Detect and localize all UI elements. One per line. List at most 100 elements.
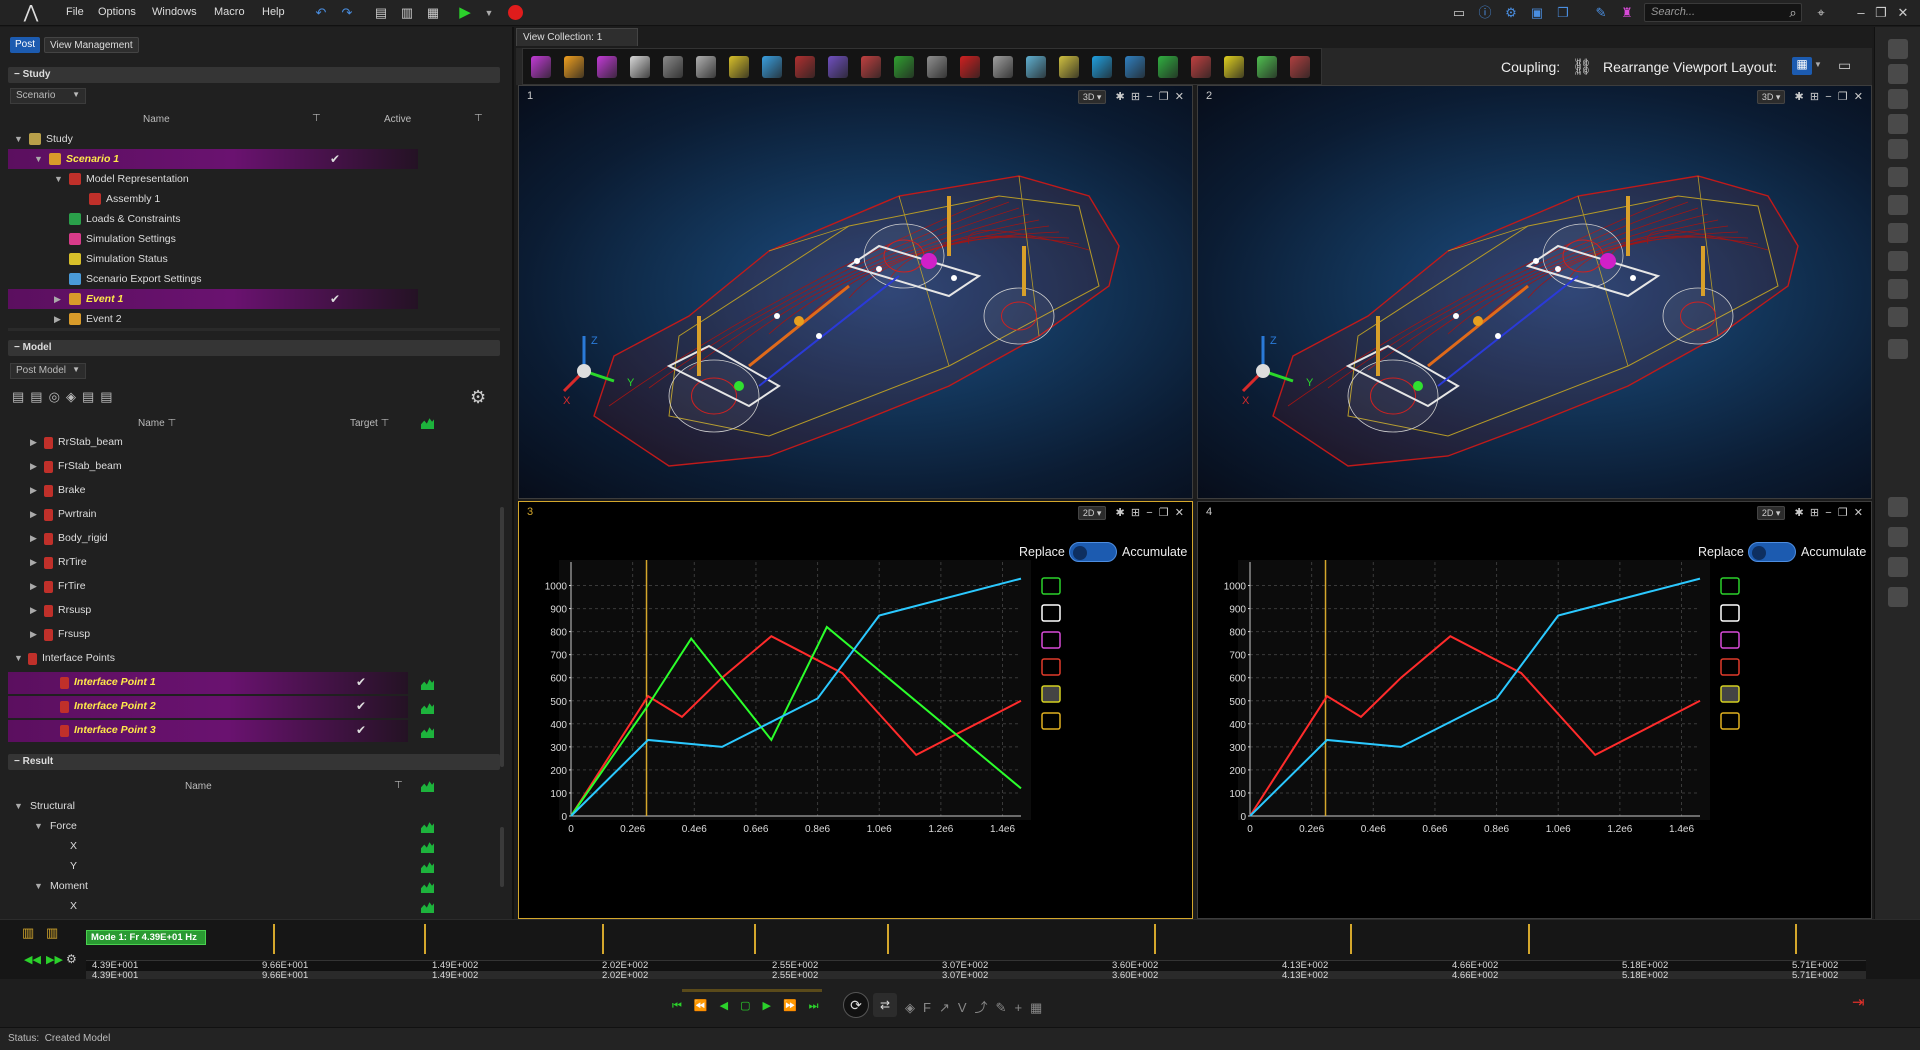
menu-options[interactable]: Options [98,6,136,18]
timeline-marker[interactable] [1794,924,1797,954]
toolbar-tool-icon[interactable] [696,56,716,78]
legend-list-icon[interactable] [1041,604,1061,622]
info-icon[interactable]: ⓘ [1476,4,1494,22]
timeline-marker[interactable] [1527,924,1530,954]
tree-arrow-icon[interactable]: ▶ [30,504,37,524]
tree-arrow-icon[interactable]: ▶ [30,576,37,596]
bounce-icon[interactable]: ⇄ [873,993,897,1017]
model-scrollbar[interactable] [500,507,504,767]
legend-list-icon[interactable] [1720,604,1740,622]
model-tree-row[interactable]: Interface Point 2 ✔ [8,696,434,718]
viewport-3[interactable]: 3 2D ▾ ✱ ⊞ − ❐ ✕ Replace Accumulate 0 100… [518,501,1193,919]
check-icon[interactable]: ✔ [356,672,366,692]
plot-scale-icon[interactable] [1041,658,1061,676]
result-tree-row[interactable]: ▼ Force [8,816,448,836]
viewport-2[interactable]: 2 3D ▾ ✱ ⊞ − ❐ ✕ ZYX [1197,85,1872,499]
result-tree-row[interactable]: ▼ Structural [8,796,448,816]
study-tree-row[interactable]: Scenario Export Settings [8,269,418,289]
model-tree-row[interactable]: ▶ Brake [8,480,408,502]
layout-icon[interactable]: ▣ [1528,4,1546,22]
tree-arrow-icon[interactable]: ▶ [30,528,37,548]
study-tree-row[interactable]: ▼ Study [8,129,418,149]
timeline-marker[interactable] [1349,924,1352,954]
exit-icon[interactable]: ⇥ [1852,993,1865,1011]
side-tool-icon[interactable] [1888,497,1908,517]
run-icon[interactable]: ▶ [456,4,474,22]
link-icon[interactable]: ⛓ [1572,57,1592,77]
model-tree-row[interactable]: Interface Point 3 ✔ [8,720,434,742]
model-tree-row[interactable]: ▶ Body_rigid [8,528,408,550]
toolbar-tool-icon[interactable] [1026,56,1046,78]
toolbar-tool-icon[interactable] [894,56,914,78]
model-tool-icon[interactable]: ▤ [82,389,100,404]
vector-icon[interactable]: ↗ [939,1000,958,1015]
result-tree-row[interactable]: ▼ Moment [8,876,448,896]
modes-icon[interactable]: ▥ [46,925,58,941]
force-icon[interactable]: F [923,1000,939,1015]
maximize-view-icon[interactable]: ▭ [1838,57,1851,74]
timeline-marker[interactable] [272,924,275,954]
result-tree-row[interactable]: X [8,836,448,856]
model-dropdown[interactable]: Post Model ▼ [10,363,86,379]
pen-icon[interactable]: ✎ [1592,4,1610,22]
study-tree-row[interactable]: Simulation Settings [8,229,418,249]
check-icon[interactable]: ✔ [330,149,340,169]
toolbar-tool-icon[interactable] [663,56,683,78]
loop-icon[interactable]: ⟳ [843,992,869,1018]
model-col-target[interactable]: Target ⊤ [350,418,389,429]
display-icon[interactable]: ▭ [1450,4,1468,22]
frames-icon[interactable]: ▥ [22,925,34,941]
side-tool-icon[interactable] [1888,39,1908,59]
tree-arrow-icon[interactable]: ▶ [30,432,37,452]
filter-icon[interactable]: ⊤ [474,113,483,124]
tree-arrow-icon[interactable]: ▶ [30,456,37,476]
toolbar-tool-icon[interactable] [597,56,617,78]
tree-arrow-icon[interactable]: ▶ [30,624,37,644]
result-scrollbar[interactable] [500,827,504,887]
toolbar-tool-icon[interactable] [762,56,782,78]
rewind-icon[interactable]: ⏪ [694,1000,720,1012]
tree-arrow-icon[interactable]: ▼ [14,796,23,816]
model-tree-row[interactable]: ▶ Pwrtrain [8,504,408,526]
splitter[interactable] [8,328,500,331]
toolbar-tool-icon[interactable] [531,56,551,78]
study-tree-row[interactable]: ▼ Scenario 1 ✔ [8,149,418,169]
plot-col-icon[interactable] [421,417,434,432]
minimize-icon[interactable]: – [1852,4,1870,22]
study-dropdown[interactable]: Scenario ▼ [10,88,86,104]
fit-x-icon[interactable] [1720,685,1740,703]
model-tree-row[interactable]: ▶ Rrsusp [8,600,408,622]
redo-icon[interactable]: ↷ [338,4,356,22]
menu-file[interactable]: File [66,6,84,18]
result-section-header[interactable]: − Result [8,754,500,770]
check-icon[interactable]: ✔ [356,696,366,716]
timeline-marker[interactable] [887,924,889,954]
side-tool-icon[interactable] [1888,307,1908,327]
deform-icon[interactable]: ◈ [905,1000,923,1015]
rx-icon[interactable] [1720,712,1740,730]
tree-arrow-icon[interactable]: ▼ [34,149,43,169]
model-tree-row[interactable]: ▼ Interface Points [8,648,408,670]
study-col-active[interactable]: Active [384,114,411,125]
pin-icon[interactable]: ⌖ [1812,4,1830,22]
plot-col-icon[interactable] [421,780,434,795]
check-icon[interactable]: ✔ [356,720,366,740]
tab-post[interactable]: Post [10,37,41,53]
toolbar-tool-icon[interactable] [1257,56,1277,78]
play-back-icon[interactable]: ◀ [720,1000,740,1012]
plot-icon[interactable] [421,725,434,745]
study-tree-row[interactable]: Assembly 1 [8,189,418,209]
toolbar-tool-icon[interactable] [564,56,584,78]
toolbar-tool-icon[interactable] [828,56,848,78]
menu-help[interactable]: Help [262,6,285,18]
toolbar-tool-icon[interactable] [861,56,881,78]
record-icon[interactable] [508,5,523,20]
side-tool-icon[interactable] [1888,557,1908,577]
toolbar-tool-icon[interactable] [1290,56,1310,78]
tree-arrow-icon[interactable]: ▼ [14,129,23,149]
toolbar-tool-icon[interactable] [1059,56,1079,78]
side-tool-icon[interactable] [1888,89,1908,109]
model-section-header[interactable]: − Model [8,340,500,356]
tab-view-collection[interactable]: View Collection: 1 [516,28,638,46]
close-icon[interactable]: ✕ [1894,4,1912,22]
